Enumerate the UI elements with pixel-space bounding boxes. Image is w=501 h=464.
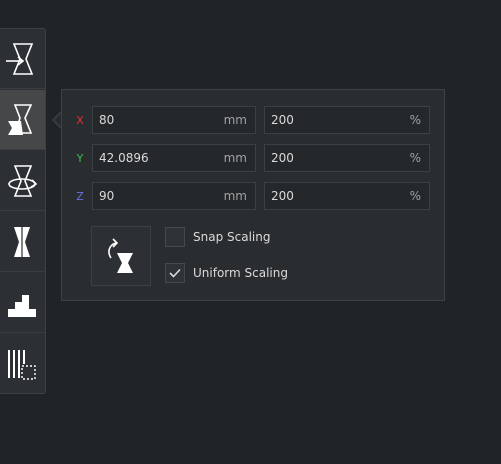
scale-y-mm-field[interactable]: mm [92,144,256,172]
snap-scaling-label: Snap Scaling [193,230,271,244]
unit-mm: mm [223,113,247,127]
scale-z-percent-input[interactable] [265,183,410,209]
scale-x-mm-field[interactable]: mm [92,106,256,134]
snap-scaling-row[interactable]: Snap Scaling [165,226,270,248]
uniform-scaling-label: Uniform Scaling [193,266,288,280]
mirror-tool-button[interactable] [0,212,45,272]
move-tool-button[interactable] [0,29,45,89]
snap-scaling-checkbox[interactable] [165,227,185,247]
reset-scale-button[interactable] [91,226,151,286]
axis-label-y: Y [76,152,84,165]
scale-z-mm-input[interactable] [93,183,224,209]
cura-viewport: X mm % Y mm % Z mm % Snap Scaling [0,0,501,464]
support-blocker-tool-button[interactable] [0,273,45,333]
unit-mm: mm [223,189,247,203]
scale-icon [7,103,32,135]
unit-percent: % [409,189,421,203]
per-model-settings-icon [7,350,36,380]
rotate-tool-button[interactable] [0,151,45,211]
scale-y-mm-input[interactable] [93,145,224,171]
scale-y-percent-field[interactable]: % [264,144,430,172]
unit-percent: % [409,113,421,127]
scale-z-percent-field[interactable]: % [264,182,430,210]
per-model-settings-tool-button[interactable] [0,334,45,394]
tool-toolbar [0,28,46,394]
mirror-icon [13,223,30,260]
uniform-scaling-checkbox[interactable] [165,263,185,283]
scale-tool-button[interactable] [0,90,45,150]
scale-x-percent-field[interactable]: % [264,106,430,134]
rotate-icon [7,164,37,197]
scale-x-percent-input[interactable] [265,107,410,133]
check-icon [169,268,181,278]
scale-x-mm-input[interactable] [93,107,224,133]
scale-y-percent-input[interactable] [265,145,410,171]
support-blocker-icon [7,294,36,317]
move-icon [5,42,33,75]
unit-mm: mm [223,151,247,165]
axis-label-x: X [76,114,84,127]
axis-label-z: Z [76,190,84,203]
reset-scale-icon [108,238,133,273]
scale-z-mm-field[interactable]: mm [92,182,256,210]
uniform-scaling-row[interactable]: Uniform Scaling [165,262,288,284]
unit-percent: % [409,151,421,165]
